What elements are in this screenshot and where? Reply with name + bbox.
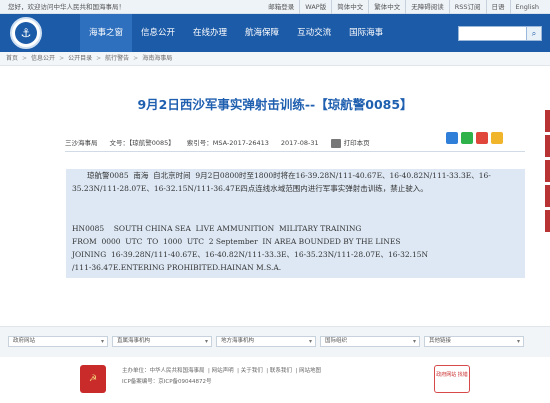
party-emblem-icon[interactable]: ☭ [80, 365, 106, 393]
footer-icp: ICP备案编号：京ICP备09044872号 [122, 379, 212, 385]
index-value: MSA-2017-26413 [212, 139, 269, 147]
footer-bottom: ☭ 主办单位：中华人民共和国海事局 | 网站声明 | 关于我们 | 联系我们 |… [0, 357, 550, 403]
footer-sponsor: 主办单位：中华人民共和国海事局 [122, 368, 205, 374]
chevron-down-icon: ▾ [516, 338, 520, 345]
breadcrumb-info[interactable]: 信息公开 [31, 52, 55, 65]
breadcrumb-catalog[interactable]: 公开目录 [68, 52, 92, 65]
select-local-maritime[interactable]: 地方海事机构 ▾ [216, 336, 316, 347]
site-footer: 政府网站 ▾ 直属海事机构 ▾ 地方海事机构 ▾ 国际组织 ▾ 其他链接 ▾ ☭ 主办单位… [0, 326, 550, 403]
article-container: 9月2日西沙军事实弹射击训练--【琼航警0085】 三沙海事局 文号：【琼航警0… [25, 66, 525, 324]
link-mail-login[interactable]: 邮箱登录 [263, 0, 299, 14]
main-nav: 海事之窗 信息公开 在线办理 航海保障 互动交流 国际海事 [80, 14, 392, 52]
footer-link-sitemap[interactable]: 网站地图 [299, 368, 321, 374]
article-date: 2017-08-31 [280, 139, 319, 147]
breadcrumb-hainan[interactable]: 海南海事局 [142, 52, 172, 65]
gov-site-error-badge[interactable]: 政府网站 找错 [434, 365, 470, 393]
select-other-links[interactable]: 其他链接 ▾ [424, 336, 524, 347]
side-share-strip [545, 110, 550, 270]
article-body-english: HN0085 SOUTH CHINA SEA LIVE AMMUNITION M… [72, 224, 429, 272]
share-plus-icon[interactable] [446, 132, 458, 144]
nav-item-interaction[interactable]: 互动交流 [288, 14, 340, 52]
article-source: 三沙海事局 [65, 139, 98, 147]
nav-item-navigation-support[interactable]: 航海保障 [236, 14, 288, 52]
chevron-down-icon: ▾ [100, 338, 104, 345]
nav-item-maritime-window[interactable]: 海事之窗 [80, 14, 133, 52]
footer-info: 主办单位：中华人民共和国海事局 | 网站声明 | 关于我们 | 联系我们 | 网… [122, 368, 322, 385]
article-index: 索引号：MSA-2017-26413 [187, 136, 269, 150]
footer-link-contact[interactable]: 联系我们 [270, 368, 292, 374]
doc-no-value: 【琼航警0085】 [129, 139, 175, 147]
link-traditional-chinese[interactable]: 繁体中文 [368, 0, 405, 14]
weibo-icon[interactable] [476, 132, 488, 144]
link-japanese[interactable]: 日语 [485, 0, 510, 14]
meta-divider [65, 151, 525, 152]
side-share-icon[interactable] [545, 160, 550, 182]
link-accessibility[interactable]: 无障碍阅读 [405, 0, 449, 14]
breadcrumb-separator: > [22, 55, 28, 62]
print-button[interactable]: 打印本页 [330, 136, 370, 150]
side-share-icon[interactable] [545, 110, 550, 132]
chevron-down-icon: ▾ [412, 338, 416, 345]
printer-icon [330, 138, 341, 148]
link-rss[interactable]: RSS订阅 [448, 0, 486, 14]
side-share-icon[interactable] [545, 210, 550, 232]
select-international-org-label: 国际组织 [325, 338, 348, 344]
footer-link-about[interactable]: 关于我们 [241, 368, 263, 374]
breadcrumb-separator: > [133, 55, 139, 62]
article-body: 琼航警0085 南海 自北京时间 9月2日0800时至1800时将在16-39.… [66, 169, 525, 278]
footer-link-selects: 政府网站 ▾ 直属海事机构 ▾ 地方海事机构 ▾ 国际组织 ▾ 其他链接 ▾ [8, 336, 524, 347]
top-utility-bar: 您好，欢迎访问中华人民共和国海事局！ 邮箱登录 WAP版 简体中文 繁体中文 无… [0, 0, 550, 14]
anchor-icon: ⚓ [15, 22, 37, 44]
index-label: 索引号： [186, 139, 213, 147]
doc-no-label: 文号： [109, 139, 130, 147]
chevron-down-icon: ▾ [308, 338, 312, 345]
nav-item-online-service[interactable]: 在线办理 [184, 14, 236, 52]
side-share-icon[interactable] [545, 135, 550, 157]
breadcrumb-home[interactable]: 首页 [6, 52, 18, 65]
breadcrumb-warnings[interactable]: 航行警告 [105, 52, 129, 65]
wechat-icon[interactable] [461, 132, 473, 144]
select-local-maritime-label: 地方海事机构 [221, 338, 255, 344]
article-doc-no: 文号：【琼航警0085】 [110, 136, 175, 150]
breadcrumb-separator: > [96, 55, 102, 62]
utility-links: 邮箱登录 WAP版 简体中文 繁体中文 无障碍阅读 RSS订阅 日语 Engli… [263, 0, 544, 14]
footer-link-statement[interactable]: 网站声明 [212, 368, 234, 374]
select-direct-maritime-label: 直属海事机构 [117, 338, 151, 344]
article-title: 9月2日西沙军事实弹射击训练--【琼航警0085】 [137, 97, 413, 112]
site-header: ⚓ 海事之窗 信息公开 在线办理 航海保障 互动交流 国际海事 ⌕ [0, 14, 550, 52]
nav-item-info-disclosure[interactable]: 信息公开 [132, 14, 184, 52]
link-wap[interactable]: WAP版 [299, 0, 331, 14]
welcome-text: 您好，欢迎访问中华人民共和国海事局！ [8, 3, 125, 11]
chevron-down-icon: ▾ [204, 338, 208, 345]
link-english[interactable]: English [509, 0, 544, 14]
article-body-chinese: 琼航警0085 南海 自北京时间 9月2日0800时至1800时将在16-39.… [72, 171, 491, 193]
search-icon[interactable]: ⌕ [526, 26, 542, 41]
select-international-org[interactable]: 国际组织 ▾ [320, 336, 420, 347]
breadcrumb-separator: > [59, 55, 65, 62]
link-simplified-chinese[interactable]: 简体中文 [331, 0, 368, 14]
nav-item-international[interactable]: 国际海事 [340, 14, 392, 52]
select-gov-sites-label: 政府网站 [13, 338, 36, 344]
select-gov-sites[interactable]: 政府网站 ▾ [8, 336, 108, 347]
select-other-links-label: 其他链接 [429, 338, 452, 344]
site-logo[interactable]: ⚓ [10, 17, 42, 49]
star-icon[interactable] [491, 132, 503, 144]
select-direct-maritime[interactable]: 直属海事机构 ▾ [112, 336, 212, 347]
print-label: 打印本页 [343, 139, 370, 147]
share-buttons [446, 132, 503, 144]
breadcrumb: 首页 > 信息公开 > 公开目录 > 航行警告 > 海南海事局 [0, 52, 550, 66]
side-share-icon[interactable] [545, 185, 550, 207]
search-input[interactable]: ⌕ [458, 26, 542, 41]
